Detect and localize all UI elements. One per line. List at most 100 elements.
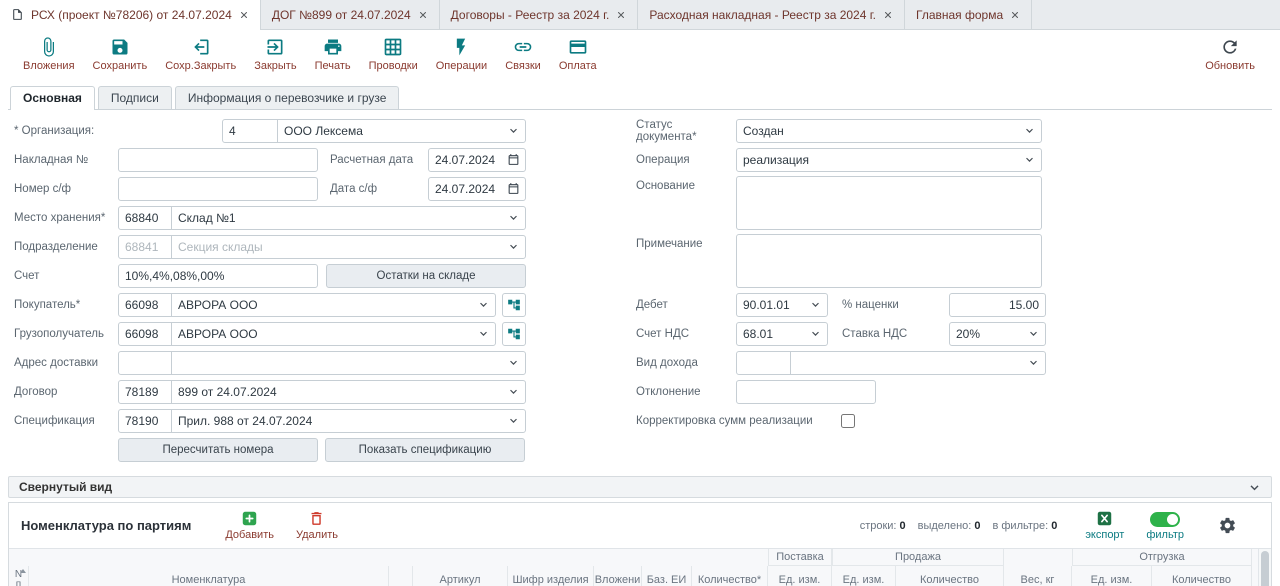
form-row-note: Примечание	[636, 232, 1046, 290]
debit-select[interactable]: 90.01.01	[736, 293, 828, 317]
toggle-on-icon[interactable]	[1150, 512, 1180, 527]
tab-signatures[interactable]: Подписи	[98, 86, 172, 109]
document-form: * Организация: 4 ООО Лексема Накладная №…	[8, 110, 1272, 470]
vat-rate-select[interactable]: 20%	[949, 322, 1046, 346]
column-header-article[interactable]: Артикул	[413, 566, 508, 586]
form-row-debit: Дебет 90.01.01 % наценки	[636, 290, 1046, 319]
basis-label: Основание	[636, 176, 736, 192]
calc-date-field[interactable]: 24.07.2024	[428, 148, 526, 172]
department-value: Секция склады	[178, 240, 263, 254]
note-textarea[interactable]	[736, 234, 1042, 288]
scrollbar-thumb[interactable]	[1261, 551, 1269, 586]
consignee-label: Грузополучатель	[14, 328, 118, 340]
close-icon[interactable]	[616, 10, 626, 20]
form-row-organization: * Организация: 4 ООО Лексема	[14, 116, 526, 145]
column-header-ship-unit[interactable]: Ед. изм.	[1072, 566, 1152, 586]
filter-toggle[interactable]: фильтр	[1146, 511, 1184, 541]
invoice-no-label: Накладная №	[14, 154, 118, 166]
consignee-code-field[interactable]: 66098	[118, 322, 172, 346]
income-type-select[interactable]	[790, 351, 1046, 375]
operation-select[interactable]: реализация	[736, 148, 1042, 172]
window-tab-rsx[interactable]: РСХ (проект №78206) от 24.07.2024	[0, 0, 261, 29]
print-button[interactable]: Печать	[306, 37, 360, 72]
buyer-hierarchy-button[interactable]	[502, 293, 526, 317]
consignee-select[interactable]: АВРОРА ООО	[171, 322, 496, 346]
collapsed-view-bar[interactable]: Свернутый вид	[8, 476, 1272, 498]
window-tab-main[interactable]: Главная форма	[905, 0, 1032, 29]
sf-date-field[interactable]: 24.07.2024	[428, 177, 526, 201]
delivery-address-label: Адрес доставки	[14, 357, 118, 369]
show-specification-button[interactable]: Показать спецификацию	[325, 438, 525, 462]
contract-select[interactable]: 899 от 24.07.2024	[171, 380, 526, 404]
debit-label: Дебет	[636, 299, 736, 311]
tab-carrier-info[interactable]: Информация о перевозчике и грузе	[175, 86, 400, 109]
recalc-numbers-button[interactable]: Пересчитать номера	[118, 438, 318, 462]
postings-button[interactable]: Проводки	[360, 37, 427, 72]
column-header-supply-unit[interactable]: Ед. изм.	[768, 566, 832, 586]
export-button[interactable]: экспорт	[1085, 510, 1124, 541]
column-header-sale-quantity[interactable]: Количество	[896, 566, 1004, 586]
storage-code-field[interactable]: 68840	[118, 206, 172, 230]
save-close-button[interactable]: Сохр.Закрыть	[156, 37, 245, 72]
links-button[interactable]: Связки	[496, 37, 550, 72]
deviation-input[interactable]	[736, 380, 876, 404]
payment-button[interactable]: Оплата	[550, 37, 606, 72]
lightning-icon	[451, 37, 471, 57]
specification-code-field[interactable]: 78190	[118, 409, 172, 433]
status-select[interactable]: Создан	[736, 119, 1042, 143]
delete-row-button[interactable]: Удалить	[296, 510, 338, 541]
deb it-value: 90.01.01	[743, 298, 790, 312]
form-row-buyer: Покупатель* 66098 АВРОРА ООО	[14, 290, 526, 319]
organization-select[interactable]: ООО Лексема	[277, 119, 526, 143]
basis-textarea[interactable]	[736, 176, 1042, 230]
document-content: Основная Подписи Информация о перевозчик…	[8, 85, 1272, 586]
close-icon[interactable]	[239, 10, 249, 20]
operations-button[interactable]: Операции	[427, 37, 496, 72]
refresh-button[interactable]: Обновить	[1196, 37, 1264, 72]
vertical-scrollbar[interactable]	[1258, 549, 1271, 586]
column-header-quantity[interactable]: Количество*	[692, 566, 768, 586]
calendar-icon[interactable]	[507, 182, 520, 195]
column-header-ship-quantity[interactable]: Количество	[1152, 566, 1252, 586]
column-header-product-code[interactable]: Шифр изделия	[508, 566, 594, 586]
column-header-attachment[interactable]: Вложени	[594, 566, 642, 586]
attachments-button[interactable]: Вложения	[14, 37, 84, 72]
add-row-button[interactable]: Добавить	[225, 510, 274, 541]
vat-account-select[interactable]: 68.01	[736, 322, 828, 346]
storage-select[interactable]: Склад №1	[171, 206, 526, 230]
close-icon[interactable]	[418, 10, 428, 20]
account-input[interactable]	[118, 264, 318, 288]
consignee-hierarchy-button[interactable]	[502, 322, 526, 346]
form-row-consignee: Грузополучатель 66098 АВРОРА ООО	[14, 319, 526, 348]
stock-remains-button[interactable]: Остатки на складе	[326, 264, 526, 288]
sf-no-input[interactable]	[118, 177, 318, 201]
tab-main[interactable]: Основная	[10, 86, 95, 109]
column-header-num[interactable]: N п	[9, 566, 29, 586]
column-header-base-unit[interactable]: Баз. ЕИ	[642, 566, 692, 586]
invoice-no-input[interactable]	[118, 148, 318, 172]
close-document-button[interactable]: Закрыть	[245, 37, 305, 72]
window-tab-dog[interactable]: ДОГ №899 от 24.07.2024	[261, 0, 440, 29]
correction-checkbox[interactable]	[841, 414, 855, 428]
buyer-select[interactable]: АВРОРА ООО	[171, 293, 496, 317]
income-type-code-field[interactable]	[736, 351, 791, 375]
calendar-icon[interactable]	[507, 153, 520, 166]
markup-label: % наценки	[842, 299, 899, 311]
column-header-nomenclature[interactable]: Номенклатура	[29, 566, 389, 586]
buyer-code-field[interactable]: 66098	[118, 293, 172, 317]
column-header-weight[interactable]: Вес, кг	[1004, 566, 1072, 586]
organization-code-field[interactable]: 4	[222, 119, 278, 143]
grid-settings-button[interactable]	[1218, 516, 1237, 535]
column-header-sale-unit[interactable]: Ед. изм.	[832, 566, 896, 586]
save-button[interactable]: Сохранить	[84, 37, 157, 72]
specification-select[interactable]: Прил. 988 от 24.07.2024	[171, 409, 526, 433]
delivery-address-code-field[interactable]	[118, 351, 172, 375]
close-icon[interactable]	[1010, 10, 1020, 20]
close-icon[interactable]	[883, 10, 893, 20]
delivery-address-select[interactable]	[171, 351, 526, 375]
window-tab-contracts[interactable]: Договоры - Реестр за 2024 г.	[440, 0, 639, 29]
vat-rate-label: Ставка НДС	[842, 328, 907, 340]
window-tab-invoices[interactable]: Расходная накладная - Реестр за 2024 г.	[638, 0, 905, 29]
markup-input[interactable]	[949, 293, 1046, 317]
contract-code-field[interactable]: 78189	[118, 380, 172, 404]
